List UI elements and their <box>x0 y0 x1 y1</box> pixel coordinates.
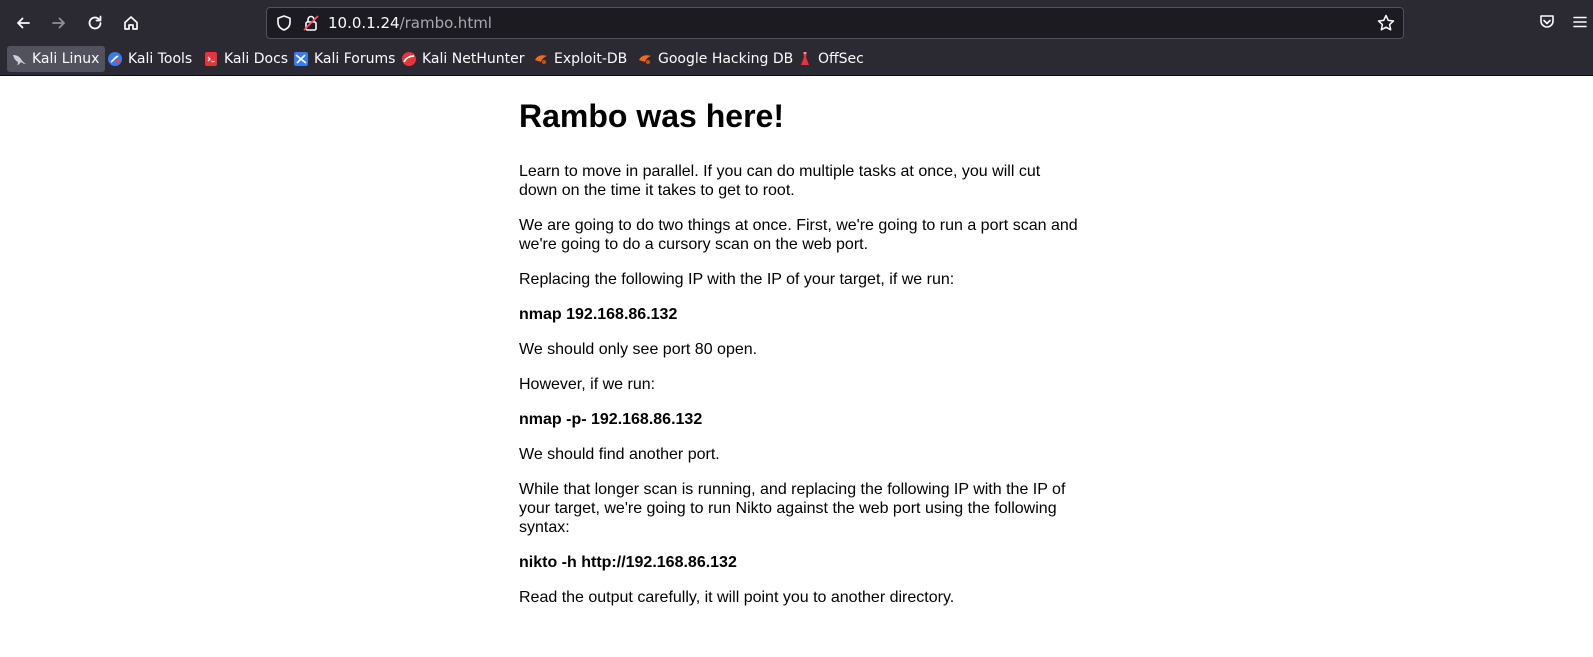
bookmark-kali-docs[interactable]: Kali Docs <box>199 46 294 72</box>
bookmark-label: Kali Linux <box>32 51 100 67</box>
kali-forums-icon <box>294 52 308 66</box>
bookmark-exploit-db[interactable]: Exploit-DB <box>529 46 633 72</box>
menu-button[interactable] <box>1570 12 1590 32</box>
star-icon[interactable] <box>1376 13 1396 33</box>
paragraph: Replacing the following IP with the IP o… <box>519 271 955 288</box>
command-text: nikto -h http://192.168.86.132 <box>519 554 737 571</box>
ghdb-icon <box>639 55 651 64</box>
bookmark-label: Kali Forums <box>314 51 396 67</box>
url-host: 10.0.1.24 <box>328 14 400 32</box>
page-content: Rambo was here! Learn to move in paralle… <box>519 76 1079 607</box>
paragraph: Learn to move in parallel. If you can do… <box>519 163 1041 199</box>
lock-icon[interactable] <box>302 14 320 32</box>
bookmark-label: Kali NetHunter <box>422 51 525 67</box>
browser-toolbar: 10.0.1.24/rambo.html <box>0 0 1593 46</box>
home-button[interactable] <box>116 8 146 38</box>
reload-icon <box>88 15 102 30</box>
url-bar[interactable]: 10.0.1.24/rambo.html <box>266 7 1404 39</box>
paragraph: Read the output carefully, it will point… <box>519 589 955 606</box>
page-title: Rambo was here! <box>519 98 784 134</box>
kali-nethunter-icon <box>402 52 416 66</box>
url-text[interactable]: 10.0.1.24/rambo.html <box>328 14 492 32</box>
paragraph: However, if we run: <box>519 376 656 393</box>
bookmark-kali-nethunter[interactable]: Kali NetHunter <box>397 46 530 72</box>
bookmark-label: OffSec <box>818 51 864 67</box>
exploit-db-icon <box>535 55 547 64</box>
bookmark-offsec[interactable]: OffSec <box>793 46 870 72</box>
back-icon <box>17 17 30 29</box>
home-icon <box>124 16 138 30</box>
menu-icon <box>1573 16 1587 28</box>
bookmarks-toolbar: Kali Linux Kali Tools Kali Docs Kali For… <box>0 46 1593 76</box>
command-text: nmap -p- 192.168.86.132 <box>519 411 703 428</box>
bookmark-google-hacking-db[interactable]: Google Hacking DB <box>633 46 799 72</box>
command-text: nmap 192.168.86.132 <box>519 306 678 323</box>
kali-dragon-icon <box>13 55 26 65</box>
offsec-icon <box>801 52 809 65</box>
bookmark-kali-forums[interactable]: Kali Forums <box>289 46 401 72</box>
url-path: /rambo.html <box>399 14 492 32</box>
bookmark-label: Exploit-DB <box>554 51 628 67</box>
pocket-icon <box>1540 15 1554 28</box>
forward-icon <box>52 17 65 29</box>
kali-docs-icon <box>205 52 217 66</box>
paragraph: While that longer scan is running, and r… <box>519 481 1066 536</box>
kali-tools-icon <box>108 52 122 66</box>
bookmark-kali-tools[interactable]: Kali Tools <box>103 46 198 72</box>
reload-button[interactable] <box>80 8 110 38</box>
paragraph: We should only see port 80 open. <box>519 341 758 358</box>
shield-icon[interactable] <box>275 14 293 32</box>
bookmark-label: Kali Docs <box>224 51 289 67</box>
pocket-button[interactable] <box>1537 12 1557 32</box>
bookmark-label: Google Hacking DB <box>658 51 794 67</box>
paragraph: We are going to do two things at once. F… <box>519 217 1078 253</box>
bookmark-kali-linux[interactable]: Kali Linux <box>7 46 106 72</box>
paragraph: We should find another port. <box>519 446 720 463</box>
back-button[interactable] <box>8 8 38 38</box>
forward-button[interactable] <box>44 8 74 38</box>
bookmark-label: Kali Tools <box>128 51 193 67</box>
